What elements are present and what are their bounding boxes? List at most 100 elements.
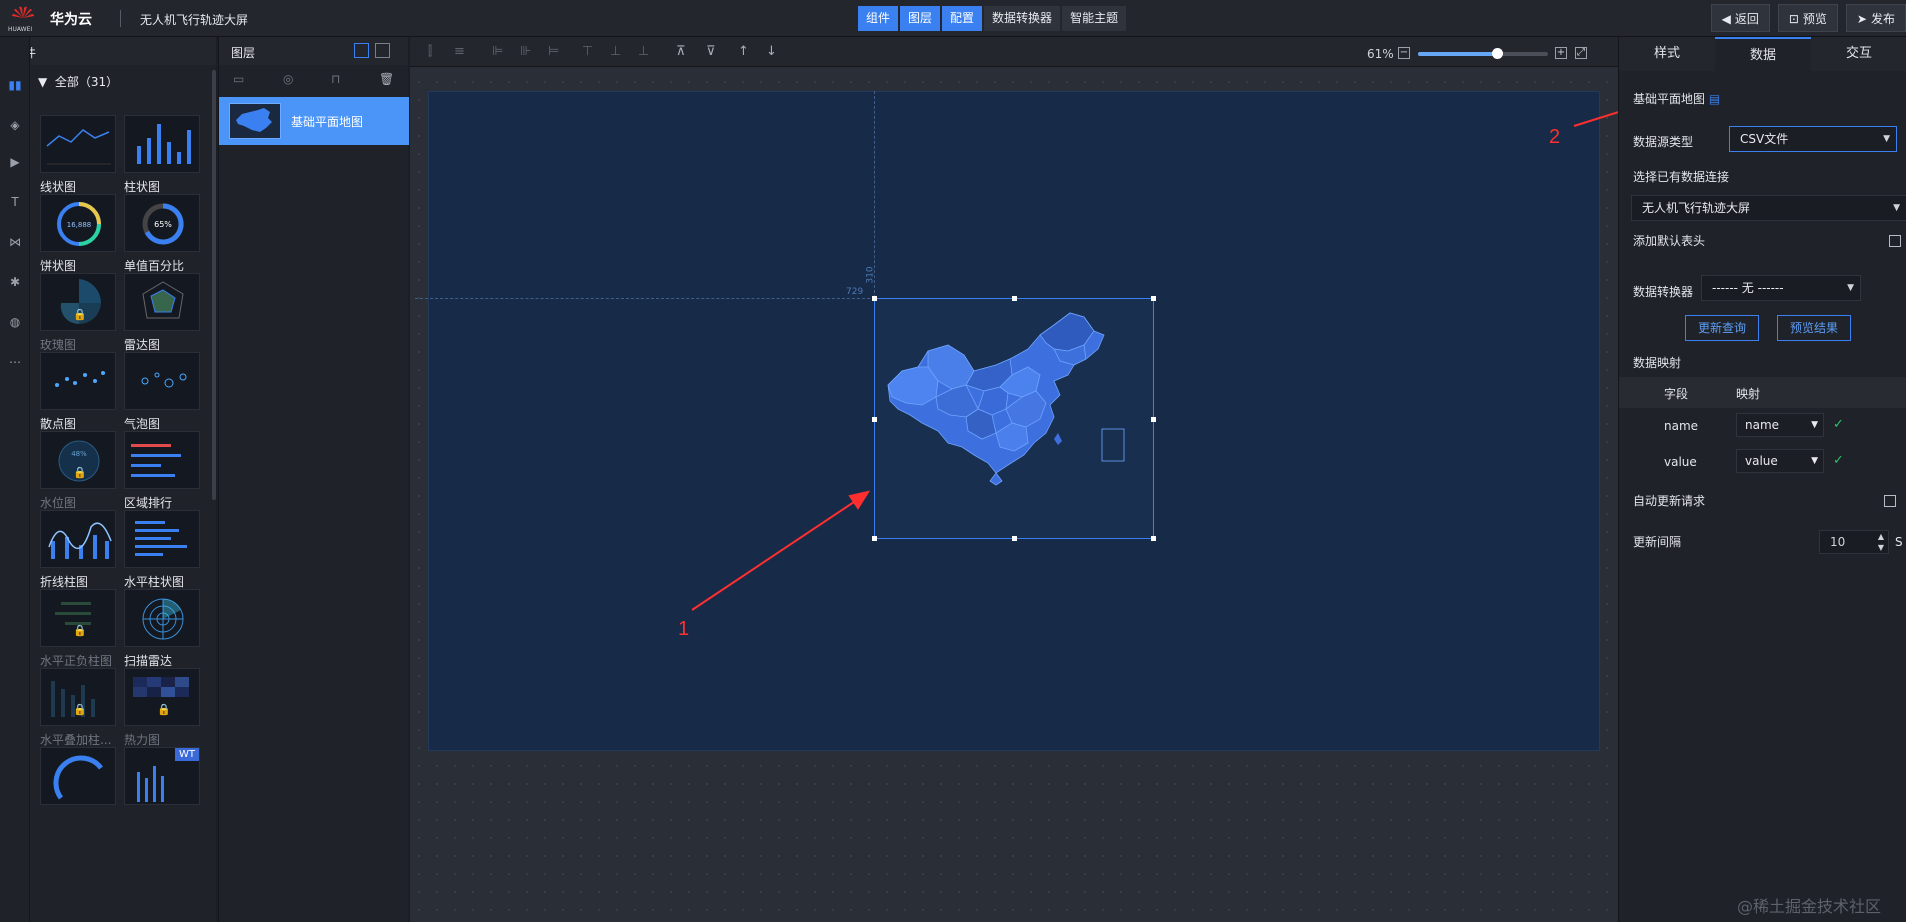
mapping-value: value [1745, 454, 1778, 468]
chart-category-icon[interactable]: ▮▮ [7, 77, 23, 93]
interval-label: 更新间隔 [1633, 535, 1682, 549]
component-region-ranking[interactable]: 区域排行 [124, 431, 202, 521]
interval-input[interactable]: 10 ▲ ▼ [1819, 530, 1889, 554]
align-right-icon[interactable]: ⊨ [548, 44, 559, 59]
component-wt-chart[interactable]: WT [124, 747, 202, 837]
align-center-h-icon[interactable]: ⊪ [520, 44, 531, 59]
tab-data[interactable]: 数据 [1715, 37, 1811, 71]
zoom-slider[interactable] [1418, 48, 1548, 59]
tab-interaction[interactable]: 交互 [1811, 37, 1906, 71]
preview-button[interactable]: ⊡ 预览 [1777, 4, 1838, 32]
more-category-icon[interactable]: ⋯ [7, 354, 23, 370]
component-water-level[interactable]: 48% 🔒 水位图 [40, 431, 118, 521]
source-type-select[interactable]: CSV文件 ▼ [1729, 126, 1897, 152]
default-header-checkbox[interactable] [1889, 235, 1901, 247]
tab-components[interactable]: 组件 [858, 6, 899, 31]
source-type-label: 数据源类型 [1633, 135, 1694, 149]
filter-all[interactable]: ▼ 全部（31） [38, 73, 118, 90]
resize-handle[interactable] [1151, 417, 1156, 422]
component-scatter-chart[interactable]: 散点图 [40, 352, 118, 442]
update-query-button[interactable]: 更新查询 [1685, 315, 1760, 341]
component-percent[interactable]: 65% 单值百分比 [124, 194, 202, 284]
tab-style[interactable]: 样式 [1619, 37, 1715, 71]
component-rose-chart[interactable]: 🔒 玫瑰图 [40, 273, 118, 363]
resize-handle[interactable] [872, 536, 877, 541]
resize-handle[interactable] [1151, 536, 1156, 541]
layer-item-base-map[interactable]: 基础平面地图 [219, 97, 409, 145]
stepper-icon[interactable]: ▲ ▼ [1878, 531, 1884, 553]
interval-value: 10 [1830, 535, 1846, 549]
pie-chart-thumb: 16,888 [40, 194, 116, 252]
satellite-category-icon[interactable]: ✱ [7, 274, 23, 290]
zoom-in-button[interactable]: + [1555, 47, 1567, 59]
component-label: 气泡图 [124, 417, 161, 431]
component-horizontal-stacked[interactable]: 🔒 水平叠加柱... [40, 668, 118, 758]
component-horizontal-posneg[interactable]: 🔒 水平正负柱图 [40, 589, 118, 679]
align-top-edge-icon[interactable]: ≡ [454, 44, 465, 59]
converter-select[interactable]: ------ 无 ------ ▼ [1701, 275, 1861, 301]
fit-screen-icon[interactable]: ⤢ [1575, 47, 1587, 59]
tab-layers[interactable]: 图层 [900, 6, 941, 31]
send-icon: ➤ [1856, 12, 1867, 26]
trash-icon[interactable]: 🗑 [379, 72, 394, 86]
component-line-chart[interactable]: 线状图 [40, 115, 118, 205]
zoom-out-button[interactable]: − [1398, 47, 1410, 59]
project-title: 无人机飞行轨迹大屏 [140, 13, 249, 27]
resize-handle[interactable] [872, 417, 877, 422]
send-backward-icon[interactable]: ⊽ [706, 44, 716, 59]
component-scan-radar[interactable]: 扫描雷达 [124, 589, 202, 679]
component-heatmap[interactable]: 🔒 热力图 [124, 668, 202, 758]
tab-config[interactable]: 配置 [942, 6, 983, 31]
align-top-icon[interactable]: ⊤ [582, 44, 593, 59]
line-bar-thumb [40, 510, 116, 568]
resize-handle[interactable] [872, 296, 877, 301]
radar-chart-thumb [124, 273, 200, 331]
component-bar-chart[interactable]: 柱状图 [124, 115, 202, 205]
auto-update-checkbox[interactable] [1884, 495, 1896, 507]
component-ring[interactable] [40, 747, 118, 837]
align-left-edge-icon[interactable]: ⫿ [428, 44, 432, 59]
back-icon: ◀ [1721, 12, 1731, 26]
layer-panel: 图层 ▭ ◎ ⊓ 🗑 基础平面地图 [218, 37, 409, 922]
hide-icon[interactable]: ◎ [283, 72, 293, 86]
text-category-icon[interactable]: T [7, 194, 23, 210]
list-view-icon[interactable] [375, 43, 390, 58]
chevron-down-icon: ▼ [1847, 283, 1854, 293]
layer-tools: ▭ ◎ ⊓ 🗑 [219, 65, 408, 95]
lock-layer-icon[interactable]: ⊓ [331, 72, 340, 86]
tab-data-converter[interactable]: 数据转换器 [984, 6, 1061, 31]
map-category-icon[interactable]: ◈ [7, 117, 23, 133]
component-radar-chart[interactable]: 雷达图 [124, 273, 202, 363]
pie-value-text: 16,888 [67, 221, 92, 229]
component-pie-chart[interactable]: 16,888 饼状图 [40, 194, 118, 284]
align-left-icon[interactable]: ⊫ [492, 44, 503, 59]
publish-button[interactable]: ➤ 发布 [1845, 4, 1906, 32]
resize-handle[interactable] [1012, 536, 1017, 541]
component-horizontal-bar[interactable]: 水平柱状图 [124, 510, 202, 600]
mapping-select-name[interactable]: name ▼ [1736, 413, 1824, 437]
resize-handle[interactable] [1012, 296, 1017, 301]
material-category-icon[interactable]: ◍ [7, 314, 23, 330]
bring-to-front-icon[interactable]: ↑ [738, 44, 749, 59]
resize-handle[interactable] [1151, 296, 1156, 301]
tab-smart-theme[interactable]: 智能主题 [1062, 6, 1127, 31]
preview-label: 预览 [1802, 12, 1827, 26]
component-scrollbar[interactable] [212, 70, 216, 500]
back-button[interactable]: ◀ 返回 [1710, 4, 1770, 32]
connection-select[interactable]: 无人机飞行轨迹大屏 ▼ [1631, 195, 1906, 221]
media-category-icon[interactable]: ▶ [7, 154, 23, 170]
send-to-back-icon[interactable]: ↓ [766, 44, 777, 59]
component-bubble-chart[interactable]: 气泡图 [124, 352, 202, 442]
mapping-select-value[interactable]: value ▼ [1736, 449, 1824, 473]
preview-result-button[interactable]: 预览结果 [1777, 315, 1852, 341]
align-middle-icon[interactable]: ⊥ [610, 44, 621, 59]
network-category-icon[interactable]: ⋈ [7, 234, 23, 250]
align-bottom-icon[interactable]: ⊥ [638, 44, 649, 59]
component-line-bar[interactable]: 折线柱图 [40, 510, 118, 600]
component-label: 热力图 [124, 733, 161, 747]
doc-icon[interactable]: ▤ [1709, 92, 1720, 106]
top-tabs: 组件 图层 配置 数据转换器 智能主题 [858, 6, 1127, 31]
bring-forward-icon[interactable]: ⊼ [676, 44, 686, 59]
folder-icon[interactable]: ▭ [233, 72, 244, 86]
grid-view-icon[interactable] [354, 43, 369, 58]
